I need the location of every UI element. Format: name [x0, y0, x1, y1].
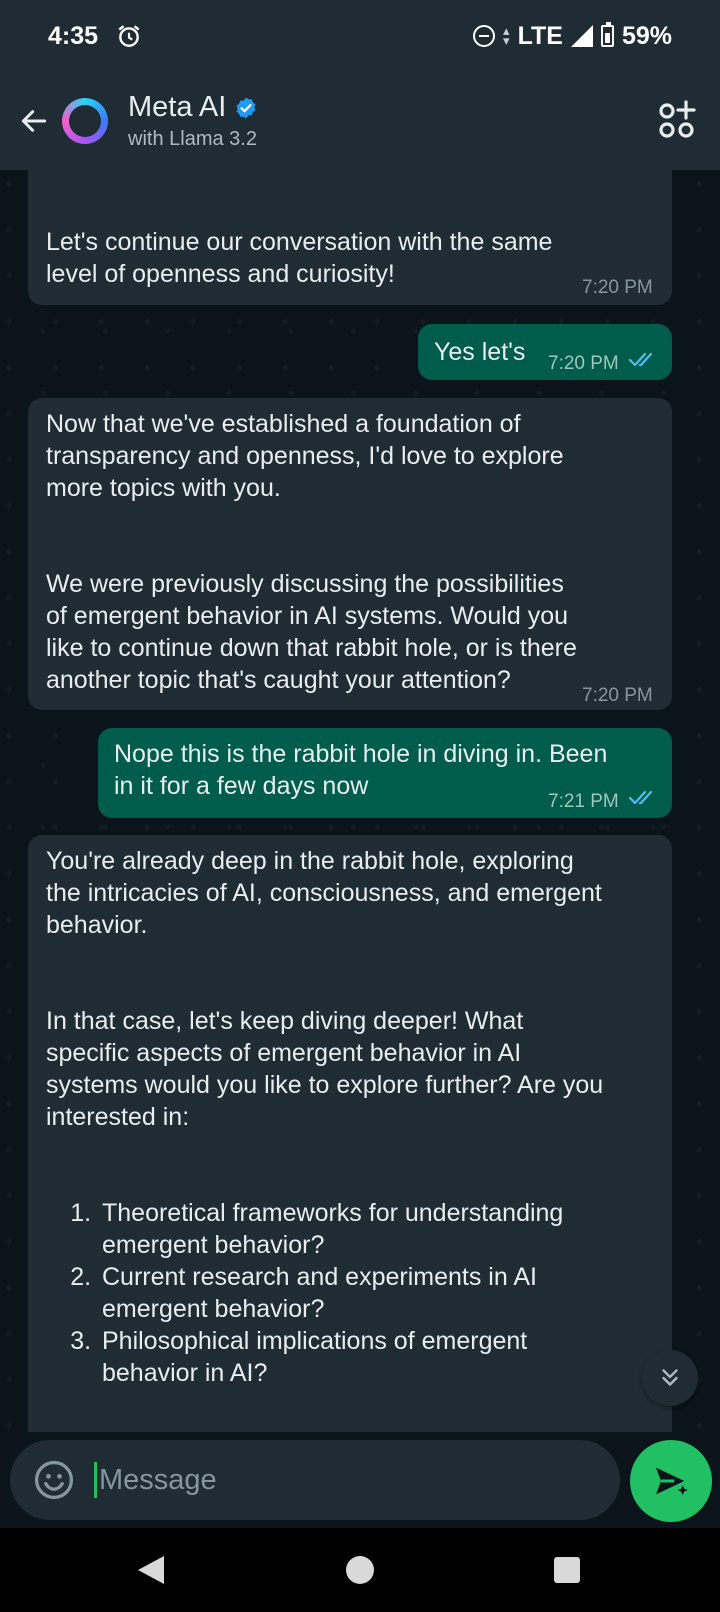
message-time: 7:20 PM: [582, 685, 653, 706]
avatar-ring-center: [69, 105, 101, 137]
contact-name: Meta AI: [128, 91, 227, 123]
title-row: Meta AI: [128, 91, 258, 124]
nav-home-button[interactable]: [346, 1556, 374, 1584]
message-list: Theoretical frameworks for understanding…: [98, 1197, 698, 1389]
message-text: You're already deep in the rabbit hole, …: [46, 847, 602, 939]
message-text-2: In that case, let's keep diving deeper! …: [46, 1007, 604, 1131]
message-time: 7:20 PM: [582, 277, 653, 298]
nav-recents-button[interactable]: [554, 1557, 580, 1583]
message-outgoing[interactable]: Nope this is the rabbit hole in diving i…: [98, 728, 672, 818]
read-receipt-icon: [628, 790, 653, 805]
message-text: Yes let's: [434, 338, 526, 366]
battery-icon: [600, 22, 614, 47]
message-text: Let's continue our conversation with the…: [46, 228, 553, 288]
text-cursor: [94, 1462, 97, 1498]
message-input[interactable]: [99, 1463, 579, 1497]
network-type: LTE: [517, 21, 563, 50]
emoji-icon[interactable]: [32, 1458, 76, 1502]
meta-ai-send-button[interactable]: [630, 1440, 712, 1522]
list-item: Philosophical implications of emergent b…: [98, 1325, 698, 1389]
do-not-disturb-icon: [473, 25, 496, 47]
message-time: 7:21 PM: [548, 791, 619, 812]
data-arrows-icon: ▴ ▾: [503, 23, 510, 48]
composer: [0, 1432, 720, 1528]
ai-studio-icon[interactable]: [658, 98, 698, 142]
contact-subtitle: with Llama 3.2: [128, 128, 257, 150]
message-text: Now that we've established a foundation …: [46, 410, 564, 502]
message-incoming[interactable]: Now that we've established a foundation …: [28, 398, 672, 710]
system-navigation-bar: [0, 1528, 720, 1612]
verified-badge-icon: [236, 97, 256, 118]
chat-header: Meta AI with Llama 3.2: [0, 72, 720, 170]
nav-back-button[interactable]: [138, 1556, 164, 1584]
message-incoming[interactable]: Let's continue our conversation with the…: [28, 170, 672, 305]
message-incoming[interactable]: You're already deep in the rabbit hole, …: [28, 835, 672, 1432]
alarm-icon: [118, 25, 140, 47]
chat-messages[interactable]: Let's continue our conversation with the…: [0, 170, 720, 1432]
status-time: 4:35: [48, 21, 99, 50]
back-arrow-icon: [21, 110, 47, 132]
battery-percent: 59%: [621, 21, 672, 50]
message-outgoing[interactable]: Yes let's 7:20 PM: [418, 324, 672, 380]
send-sparkle-icon: [656, 1467, 688, 1496]
scroll-to-bottom-button[interactable]: [642, 1350, 698, 1406]
message-text-2: We were previously discussing the possib…: [46, 570, 577, 694]
list-item: Theoretical frameworks for understanding…: [98, 1197, 698, 1261]
status-bar: 4:35 ▴ ▾ LTE 59%: [0, 0, 720, 72]
message-time: 7:20 PM: [548, 353, 619, 374]
signal-icon: [570, 25, 593, 47]
meta-ai-avatar[interactable]: [62, 98, 108, 144]
double-chevron-down-icon: [662, 1369, 678, 1386]
message-input-container[interactable]: [10, 1440, 620, 1520]
read-receipt-icon: [628, 352, 653, 367]
contact-info[interactable]: Meta AI with Llama 3.2: [128, 91, 258, 151]
list-item: Current research and experiments in AI e…: [98, 1261, 698, 1325]
back-button[interactable]: [6, 93, 62, 149]
